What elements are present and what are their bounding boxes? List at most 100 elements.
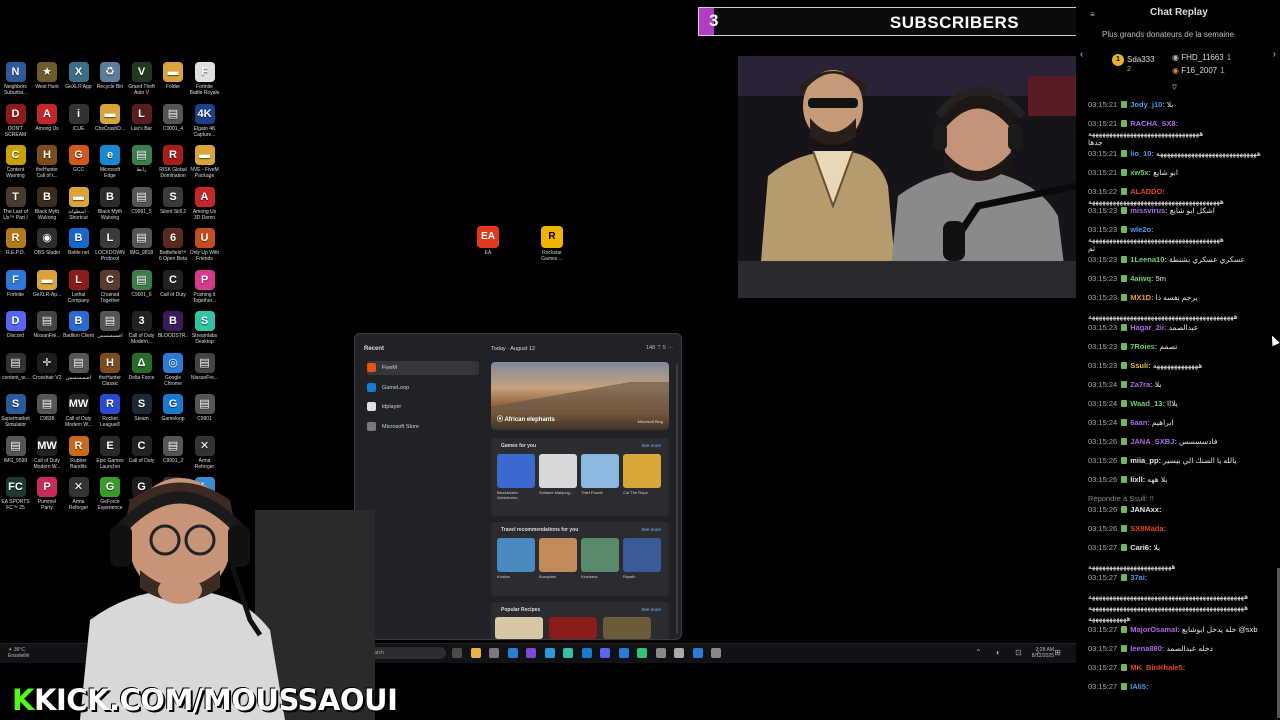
desktop-shortcut[interactable]: Δ Delta Force	[126, 352, 157, 381]
chevron-right-icon[interactable]: ›	[1273, 49, 1276, 60]
filter-icon[interactable]: ⩢	[1172, 83, 1177, 93]
desktop-shortcut[interactable]: G Gameloop	[158, 394, 189, 422]
top-donor-1[interactable]: 1 Sda333 2	[1112, 54, 1155, 73]
desktop-shortcut[interactable]: R Rubber Bandits	[63, 435, 94, 470]
desktop-shortcut[interactable]: ♻ Recycle Bin	[95, 62, 126, 90]
recipe-thumb-3[interactable]	[603, 617, 651, 639]
chat-message[interactable]: هههههههههههه	[1088, 614, 1278, 624]
desktop-shortcut[interactable]: ▤ C9991_5	[126, 186, 157, 215]
taskbar-app-icon[interactable]	[600, 648, 610, 658]
chat-message[interactable]: 03:15:22 ALADDO: هههههههههههههههههههههههه…	[1088, 187, 1278, 207]
feed-stats[interactable]: 148 ⊤ 5 ···	[646, 345, 673, 351]
taskbar-app-icon[interactable]	[692, 648, 703, 658]
travel-tile[interactable]: Riyadh	[623, 538, 661, 579]
travel-tile[interactable]: Kinshasa	[581, 538, 619, 579]
chat-message[interactable]: جدها	[1088, 138, 1278, 148]
weather-widget[interactable]: ☀ 36°C Ensoleillé	[8, 647, 29, 659]
desktop-shortcut[interactable]: R Rockstar Games ...	[535, 226, 569, 262]
desktop-shortcut[interactable]: ▤ IMG_9818	[126, 228, 157, 256]
chat-message[interactable]: 03:15:26 JANAxx:	[1088, 505, 1278, 515]
desktop-shortcut[interactable]: U Only Up With Friends	[189, 228, 220, 262]
chat-username[interactable]: Hagar_2ii:	[1130, 323, 1168, 332]
desktop-shortcut[interactable]: A Among Us	[32, 103, 63, 132]
taskbar-app-icon[interactable]	[637, 648, 647, 658]
chevron-left-icon[interactable]: ‹	[1080, 49, 1083, 60]
top-donor-3[interactable]: ◉ F16_2007 1	[1172, 66, 1225, 75]
desktop-shortcut[interactable]: 4K Elgato 4K Capture...	[189, 103, 220, 138]
desktop-shortcut[interactable]: S Supermarket Simulator	[0, 394, 31, 428]
chat-username[interactable]: Ssuli:	[1130, 361, 1153, 370]
desktop-shortcut[interactable]: ▤ رابط	[126, 145, 157, 173]
chat-username[interactable]: MajorOsamaI:	[1130, 625, 1182, 634]
chat-message[interactable]: 03:15:24 Waad_13: يلااا	[1088, 399, 1278, 409]
chat-username[interactable]: 37ai:	[1130, 573, 1147, 582]
travel-tile[interactable]: Khobar	[497, 538, 535, 579]
chat-username[interactable]: JANA_SXBJ:	[1130, 437, 1179, 446]
chat-message[interactable]: 03:15:23 1Leena10: عسكري عسكري بشنطة	[1088, 255, 1278, 265]
chat-username[interactable]: 4aiwq:	[1130, 274, 1155, 283]
chat-username[interactable]: xw5x:	[1130, 168, 1153, 177]
travel-see-more-link[interactable]: See more	[641, 527, 661, 532]
desktop-shortcut[interactable]: ▤ C0001_4	[158, 103, 189, 132]
desktop-shortcut[interactable]: P Pummel Party	[32, 477, 63, 511]
desktop-shortcut[interactable]: F Fortnite Battle Royale	[189, 62, 220, 96]
desktop-shortcut[interactable]: V Grand Theft Auto V	[126, 62, 157, 96]
recipe-thumb-1[interactable]	[495, 617, 543, 639]
desktop-shortcut[interactable]: G GCC	[63, 145, 94, 173]
desktop-shortcut[interactable]: E Epic Games Launcher	[95, 435, 126, 470]
desktop-shortcut[interactable]: B Black Myth Wukong	[95, 186, 126, 221]
desktop-shortcut[interactable]: i iCUE	[63, 103, 94, 132]
chat-username[interactable]: Cari6:	[1130, 543, 1153, 552]
chat-username[interactable]: missvirus:	[1130, 206, 1170, 215]
chat-message[interactable]: 03:15:27 leena880: دخله عبدالصمد	[1088, 644, 1278, 654]
chat-message[interactable]: 03:15:26 miia_pp: يالله يا الضنك الي بيسي…	[1088, 456, 1278, 466]
chat-message[interactable]: 03:15:26 SX8Mada:	[1088, 524, 1278, 534]
chat-message[interactable]: 03:15:23 wle2o: ههههههههههههههههههههههههه…	[1088, 225, 1278, 245]
chat-username[interactable]: 7Roies:	[1130, 342, 1159, 351]
chat-message[interactable]: هههههههههههههههههههههههههههههههههههههههه…	[1088, 312, 1278, 322]
desktop-shortcut[interactable]: ▬ Folder	[158, 62, 189, 90]
desktop-shortcut[interactable]: ▤ اصسسسس	[63, 352, 94, 381]
game-tile[interactable]: Solitaire Mahjong...	[539, 454, 577, 495]
chat-username[interactable]: IAli5:	[1130, 682, 1148, 691]
menu-icon[interactable]: ≡	[1090, 10, 1095, 19]
taskbar-app-icon[interactable]	[674, 648, 684, 658]
games-see-more-link[interactable]: See more	[641, 443, 661, 448]
chat-message[interactable]: هههههههههههههههههههههههههههههههههههههههه…	[1088, 592, 1278, 602]
desktop-shortcut[interactable]: 3 Call of Duty Modern...	[126, 311, 157, 345]
chat-username[interactable]: lixll:	[1130, 475, 1147, 484]
desktop-shortcut[interactable]: ▤ C9991_2	[158, 435, 189, 464]
desktop-shortcut[interactable]: ▬ اسطوانة - Shortcut	[63, 186, 94, 221]
desktop-shortcut[interactable]: R RISK Global Domination	[158, 145, 189, 179]
desktop-shortcut[interactable]: FC EA SPORTS FC™ 25	[0, 477, 31, 511]
desktop-shortcut[interactable]: ▬ ChsCrashD...	[95, 103, 126, 132]
chat-message[interactable]: 03:15:21 lio_10: هههههههههههههههههههههههه…	[1088, 149, 1278, 159]
desktop-shortcut[interactable]: B Badlion Client	[63, 311, 94, 339]
desktop-shortcut[interactable]: ▬ NVE - FiveM Package	[189, 145, 220, 179]
chat-message[interactable]: ثم	[1088, 244, 1278, 254]
desktop-shortcut[interactable]: MW Call of Duty Modern W...	[32, 435, 63, 470]
chat-username[interactable]: MX1D:	[1130, 293, 1155, 302]
recent-app-item[interactable]: ldplayer	[367, 400, 479, 414]
taskbar-app-icon[interactable]	[581, 648, 592, 658]
desktop-shortcut[interactable]: L LOCKDOWN Protocol	[95, 228, 126, 262]
chat-message[interactable]: 03:15:27 37ai:	[1088, 573, 1278, 583]
chat-username[interactable]: MK_BinKhale5:	[1130, 663, 1185, 672]
chat-message[interactable]: 03:15:27 MK_BinKhale5:	[1088, 663, 1278, 673]
desktop-shortcut[interactable]: EA EA	[471, 226, 505, 256]
desktop-shortcut[interactable]: X GeXLR App	[63, 62, 94, 90]
recipes-see-more-link[interactable]: See more	[641, 607, 661, 612]
chat-username[interactable]: leena880:	[1130, 644, 1166, 653]
chat-message[interactable]: 03:15:26 lixll: بلا ههه	[1088, 475, 1278, 485]
chat-message[interactable]: 03:15:23 Hagar_2ii: عبدالصمد	[1088, 323, 1278, 333]
recent-app-item[interactable]: GameLoop	[367, 381, 479, 395]
desktop-shortcut[interactable]: ▤ IMG_9599	[0, 435, 31, 464]
desktop-shortcut[interactable]: C Content Warning	[0, 145, 31, 179]
chat-username[interactable]: 1Leena10:	[1130, 255, 1169, 264]
chat-username[interactable]: wle2o:	[1130, 225, 1153, 234]
chat-username[interactable]: miia_pp:	[1130, 456, 1163, 465]
chat-message[interactable]: Répondre à Ssuli: !!	[1088, 494, 1278, 504]
chat-message[interactable]: هههههههههههههههههههههههههههههههههههههههه…	[1088, 603, 1278, 613]
desktop-shortcut[interactable]: S Silent Still 2	[158, 186, 189, 215]
taskbar-app-icon[interactable]	[507, 648, 518, 658]
